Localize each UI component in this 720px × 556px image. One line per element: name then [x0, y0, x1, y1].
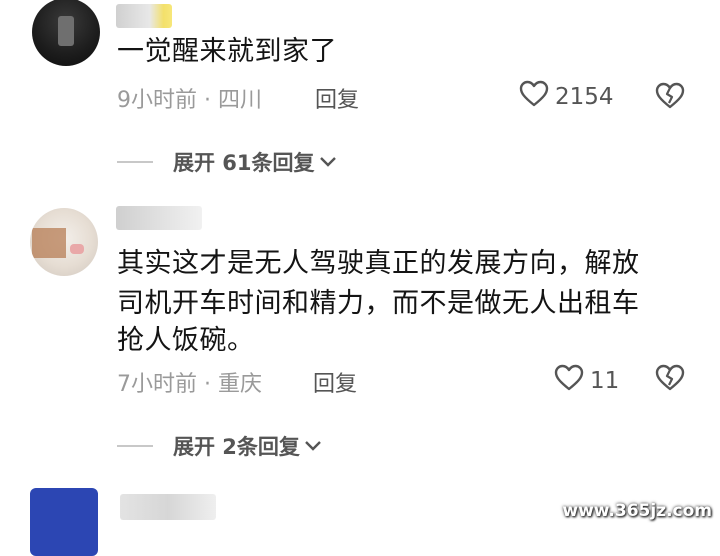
heart-outline-icon [554, 364, 584, 398]
comment-2: 其实这才是无人驾驶真正的发展方向，解放 司机开车时间和精力，而不是做无人出租车 … [0, 0, 720, 470]
expand-replies-button[interactable]: 展开 2条回复 [117, 431, 322, 461]
reply-button[interactable]: 回复 [313, 366, 357, 398]
avatar[interactable] [30, 488, 98, 556]
broken-heart-icon [654, 364, 686, 396]
like-count: 11 [590, 368, 620, 394]
comment-text-line-3: 抢人饭碗。 [117, 325, 255, 356]
expand-replies-label: 展开 2条回复 [173, 435, 300, 459]
username-blurred[interactable] [120, 494, 216, 520]
chevron-down-icon [304, 434, 322, 458]
avatar[interactable] [30, 208, 98, 276]
dislike-button[interactable] [654, 364, 686, 396]
comment-text-line-1: 其实这才是无人驾驶真正的发展方向，解放 [117, 248, 640, 279]
comment-meta: 7小时前 · 重庆 [117, 372, 262, 397]
watermark: www.365jz.com [562, 501, 712, 521]
divider [117, 445, 153, 447]
like-button[interactable]: 11 [554, 364, 619, 398]
username-blurred[interactable] [116, 206, 202, 230]
comment-text-line-2: 司机开车时间和精力，而不是做无人出租车 [117, 288, 640, 319]
